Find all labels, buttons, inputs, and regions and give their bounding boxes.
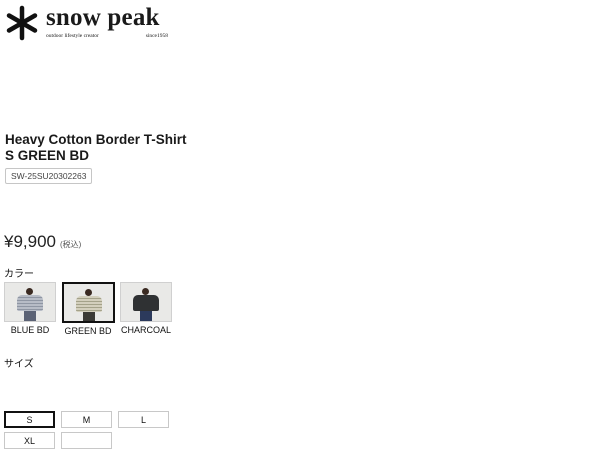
- color-swatch-green-bd[interactable]: GREEN BD: [61, 282, 115, 336]
- model-shirt: [133, 295, 159, 311]
- size-option-l[interactable]: L: [118, 411, 169, 428]
- color-swatch-charcoal[interactable]: CHARCOAL: [120, 282, 172, 336]
- price-tax-note: (税込): [60, 240, 82, 249]
- swatch-image: [120, 282, 172, 322]
- model-head: [84, 289, 92, 296]
- model-head: [26, 288, 33, 295]
- swatch-label: CHARCOAL: [120, 325, 171, 335]
- color-swatch-blue-bd[interactable]: BLUE BD: [4, 282, 56, 336]
- size-option-xl[interactable]: XL: [4, 432, 55, 449]
- model-head: [142, 288, 149, 295]
- price-value: ¥9,900: [4, 232, 56, 251]
- snowflake-icon: [6, 5, 38, 41]
- logo-text: snow peak outdoor lifestyle creator sinc…: [46, 4, 168, 39]
- size-label: サイズ: [4, 359, 34, 370]
- model-legs: [82, 312, 95, 321]
- logo-since: since1958: [145, 33, 168, 39]
- product-sku-badge: SW-25SU20302263: [5, 168, 93, 184]
- product-price: ¥9,900 (税込): [4, 232, 81, 252]
- model-shirt: [75, 296, 102, 312]
- logo-tagline: outdoor lifestyle creator: [46, 33, 99, 39]
- product-title: Heavy Cotton Border T-Shirt S GREEN BD: [5, 132, 187, 163]
- logo-wordmark: snow peak: [46, 4, 160, 31]
- model-legs: [140, 311, 152, 321]
- swatch-label: GREEN BD: [64, 326, 112, 336]
- size-option-m[interactable]: M: [61, 411, 112, 428]
- swatch-label: BLUE BD: [10, 325, 50, 335]
- size-option-extra[interactable]: [61, 432, 112, 449]
- color-label: カラー: [4, 269, 34, 280]
- model-shirt: [17, 295, 43, 311]
- swatch-image: [4, 282, 56, 322]
- size-option-s[interactable]: S: [4, 411, 55, 428]
- brand-logo[interactable]: snow peak outdoor lifestyle creator sinc…: [4, 5, 168, 43]
- swatch-image: [61, 282, 115, 323]
- model-legs: [24, 311, 36, 321]
- color-swatch-list: BLUE BD GREEN BD CHARCOAL: [4, 282, 172, 336]
